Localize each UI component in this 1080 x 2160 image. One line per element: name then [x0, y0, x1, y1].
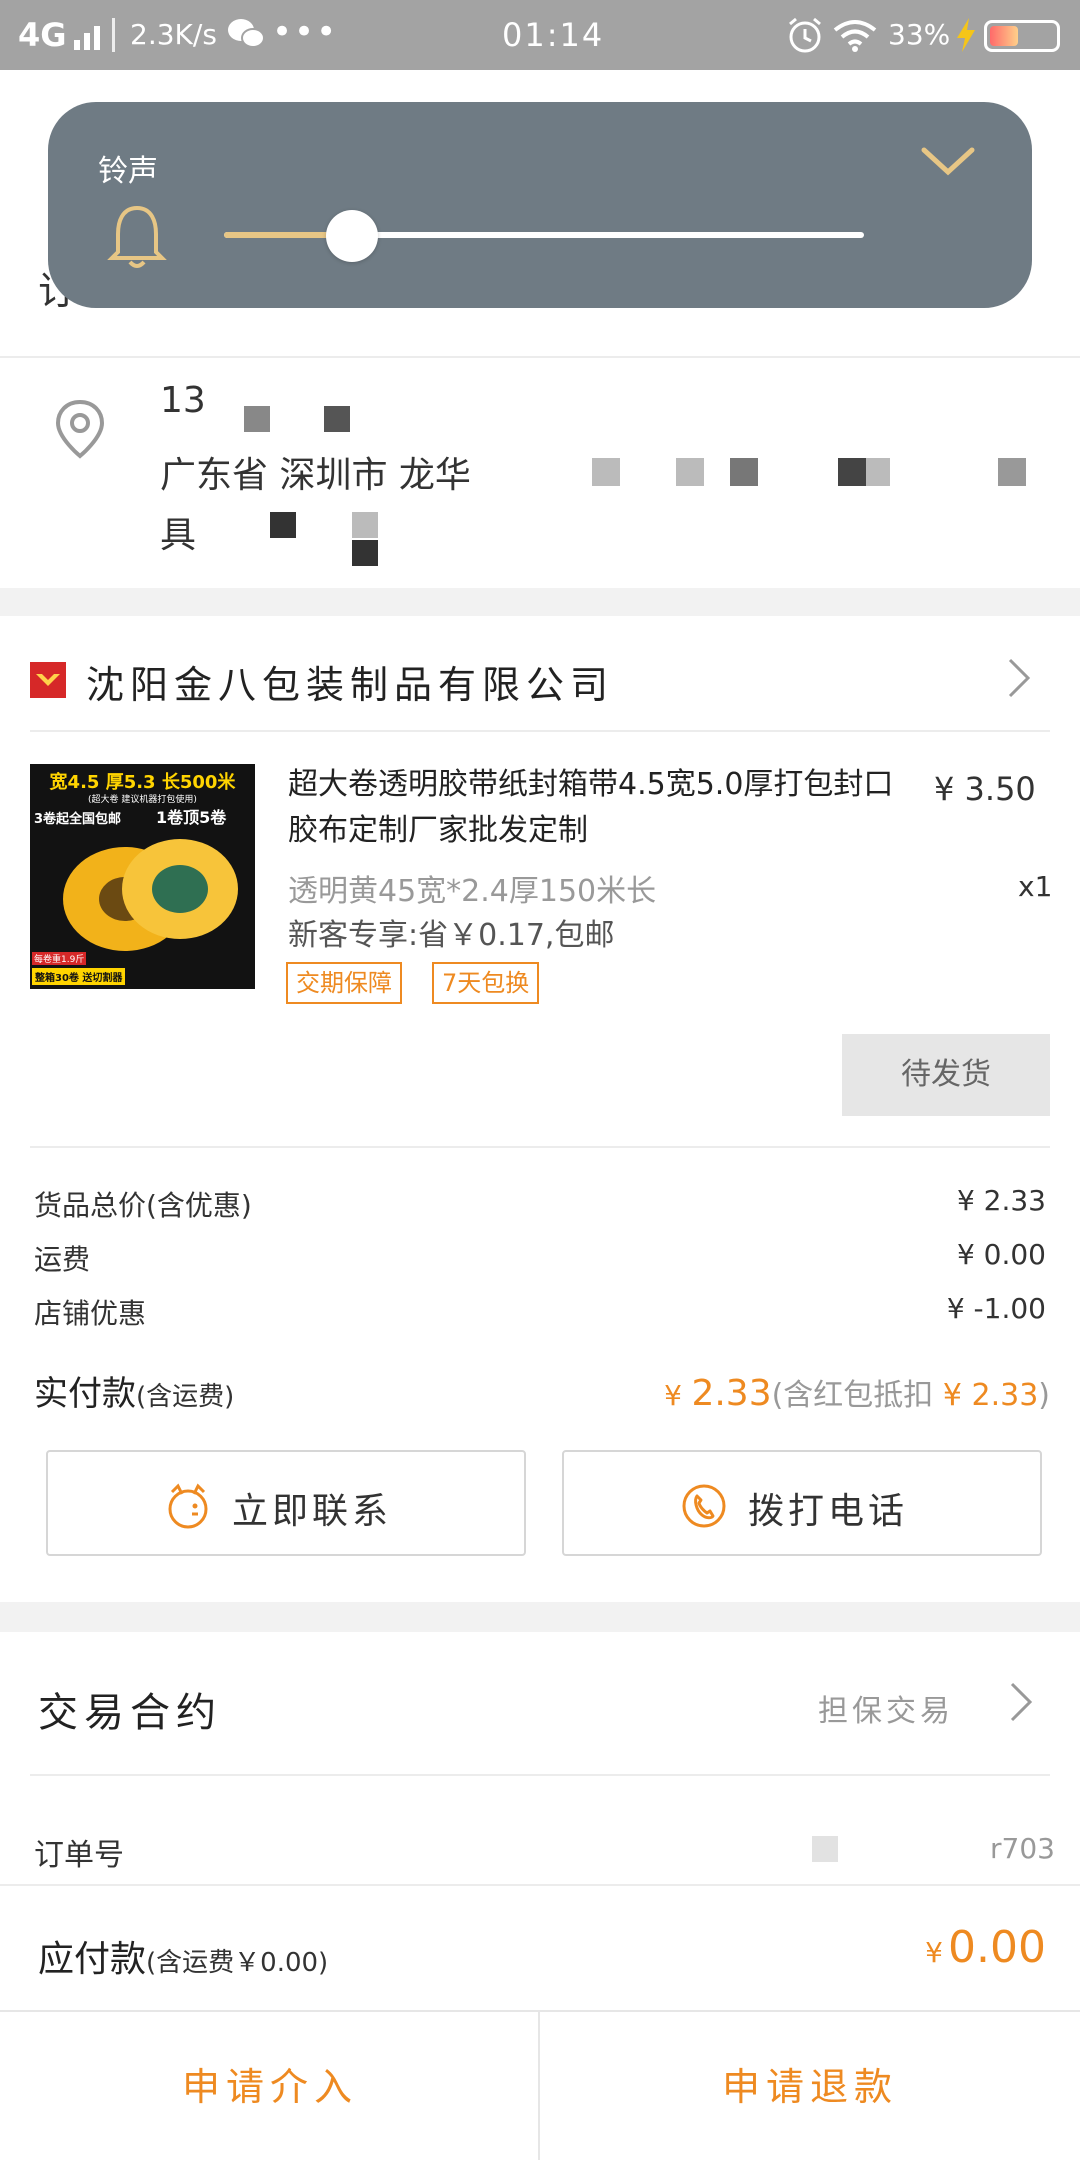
shop-discount-value: ¥ -1.00 [946, 1292, 1046, 1325]
goods-total-label: 货品总价(含优惠) [34, 1189, 252, 1222]
address-region: 广东省 深圳市 龙华 [160, 455, 471, 496]
volume-panel[interactable]: 铃声 [48, 102, 1032, 308]
product-promo: 新客专享:省￥0.17,包邮 [288, 918, 615, 953]
alarm-icon [789, 17, 821, 53]
product-image-caption: 宽4.5 厚5.3 长500米 [49, 772, 236, 793]
shop-discount-label: 店铺优惠 [34, 1297, 147, 1330]
volume-slider-thumb[interactable] [326, 210, 378, 262]
address-mask [352, 540, 378, 566]
chevron-right-icon[interactable] [1008, 1680, 1036, 1724]
product-divider [30, 1146, 1050, 1148]
battery-icon [984, 20, 1060, 52]
paid-label-sub: (含运费) [136, 1382, 235, 1412]
clock: 01:14 [502, 16, 605, 54]
due-label-sub: (含运费￥0.00) [146, 1948, 329, 1978]
address-mask [676, 458, 704, 486]
shop-logo-icon [36, 674, 60, 686]
product-quantity: x1 [1018, 870, 1053, 903]
chevron-down-icon[interactable] [920, 142, 976, 182]
product-title[interactable]: 超大卷透明胶带纸封箱带4.5宽5.0厚打包封口胶布定制厂家批发定制 [288, 762, 908, 854]
chevron-right-icon[interactable] [1006, 656, 1034, 700]
volume-title: 铃声 [98, 154, 158, 189]
goods-total-value: ¥ 2.33 [956, 1184, 1046, 1217]
due-amount: 0.00 [948, 1922, 1046, 1973]
more-notifications: ••• [272, 12, 339, 52]
tag-delivery-guarantee: 交期保障 [286, 962, 402, 1004]
call-seller-button[interactable]: 拨打电话 [562, 1450, 1042, 1556]
due-label-main: 应付款 [38, 1939, 147, 1980]
order-number-mask [812, 1836, 838, 1862]
tag-7-day-exchange: 7天包换 [432, 962, 540, 1004]
product-image-weight: 每卷重1.9斤 [32, 952, 87, 965]
phone-icon [682, 1484, 726, 1528]
order-status-button[interactable]: 待发货 [842, 1034, 1050, 1116]
volume-slider[interactable] [224, 210, 864, 262]
order-divider [0, 1884, 1080, 1886]
shop-logo [30, 662, 66, 698]
product-spec: 透明黄45宽*2.4厚150米长 [288, 874, 657, 909]
address-mask [324, 406, 350, 432]
signal-icon [74, 26, 100, 50]
battery-percent: 33% [888, 18, 951, 51]
address-phone: 13 [160, 380, 206, 421]
paid-currency: ¥ [664, 1379, 682, 1412]
address-mask [998, 458, 1026, 486]
product-image-bundle: 整箱30卷 送切割器 [32, 968, 126, 985]
amount-due-label: 应付款(含运费￥0.00) [38, 1930, 328, 1982]
call-seller-label: 拨打电话 [748, 1491, 909, 1532]
wifi-icon [833, 20, 877, 52]
contact-seller-label: 立即联系 [232, 1491, 393, 1532]
trade-contract-value[interactable]: 担保交易 [818, 1686, 954, 1730]
status-divider [112, 18, 115, 52]
apply-refund-button[interactable]: 申请退款 [540, 2012, 1080, 2160]
bottom-action-bar: 申请介入 申请退款 [0, 2010, 1080, 2160]
shop-name[interactable]: 沈阳金八包装制品有限公司 [86, 654, 614, 709]
address-mask [866, 458, 890, 486]
product-image-badge: 1卷顶5卷 [156, 808, 227, 827]
address-mask [270, 512, 296, 538]
battery-level [990, 26, 1018, 46]
wechat-icon [228, 19, 265, 48]
bell-icon[interactable] [106, 202, 168, 272]
paid-label-main: 实付款 [34, 1374, 136, 1414]
section-gap [0, 1602, 1080, 1632]
address-mask [592, 458, 620, 486]
location-pin-icon [55, 399, 105, 459]
amount-due-value: ¥ 0.00 [925, 1922, 1046, 1973]
product-image-shipping: 3卷起全国包邮 [34, 812, 122, 827]
paid-note-suffix: ) [1038, 1378, 1050, 1413]
paid-amount-label: 实付款(含运费) [34, 1366, 234, 1415]
shipping-value: ¥ 0.00 [956, 1238, 1046, 1271]
section-gap [0, 588, 1080, 616]
contract-divider [30, 1774, 1050, 1776]
address-mask [244, 406, 270, 432]
product-price: ¥ 3.50 [934, 770, 1036, 808]
network-speed: 2.3K/s [130, 18, 217, 51]
product-image[interactable]: 宽4.5 厚5.3 长500米 (超大卷 建议机器打包使用) 3卷起全国包邮 1… [30, 764, 255, 989]
address-detail: 具 [160, 515, 197, 556]
chat-face-icon [168, 1483, 208, 1529]
header-divider [0, 356, 1080, 358]
shipping-label: 运费 [34, 1243, 91, 1276]
paid-note-amount: ¥ 2.33 [942, 1378, 1039, 1413]
contact-seller-button[interactable]: 立即联系 [46, 1450, 526, 1556]
due-currency: ¥ [925, 1936, 943, 1969]
shop-divider [30, 730, 1050, 732]
order-number-label: 订单号 [34, 1838, 124, 1873]
network-type: 4G [18, 16, 67, 54]
paid-note-prefix: (含红包抵扣 [771, 1378, 934, 1413]
address-mask [352, 512, 378, 538]
paid-amount: 2.33 [691, 1373, 772, 1414]
status-bar: 4G 2.3K/s ••• 01:14 33% [0, 0, 1080, 70]
trade-contract-label[interactable]: 交易合约 [38, 1680, 222, 1738]
order-number-value[interactable]: r703 [990, 1832, 1055, 1865]
paid-amount-value: ¥ 2.33(含红包抵扣 ¥ 2.33) [664, 1370, 1050, 1414]
apply-intervention-button[interactable]: 申请介入 [0, 2012, 540, 2160]
charging-icon [957, 18, 975, 52]
address-mask [838, 458, 866, 486]
address-mask [730, 458, 758, 486]
